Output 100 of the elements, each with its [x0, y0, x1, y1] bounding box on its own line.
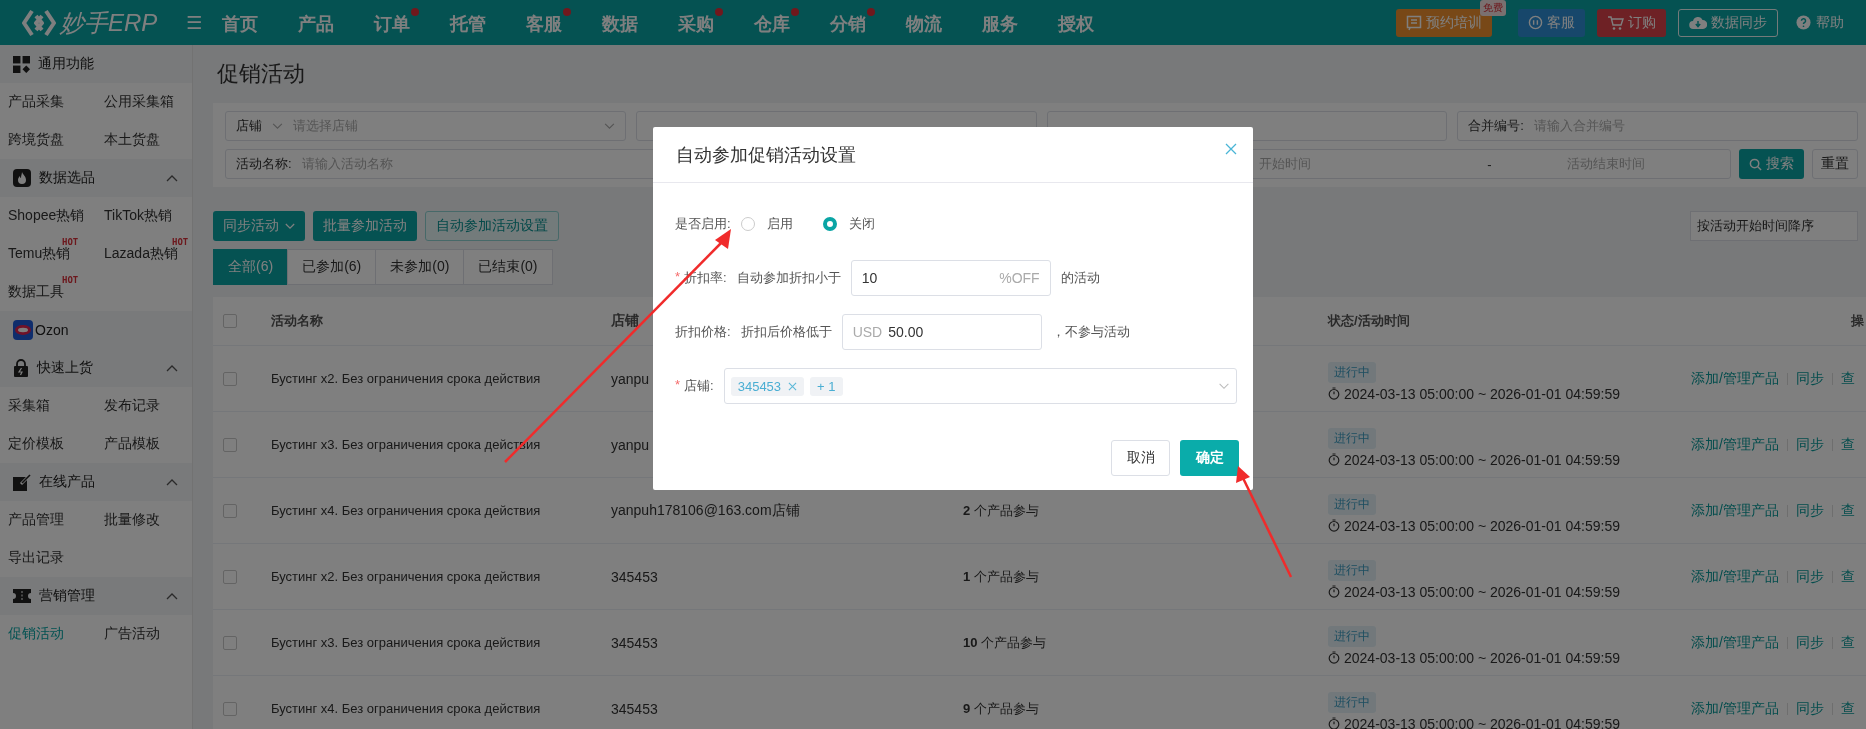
close-icon[interactable]: [788, 381, 798, 391]
sidebar-item[interactable]: 产品管理: [8, 511, 64, 529]
filter-tab[interactable]: 未参加(0): [375, 249, 465, 285]
free-badge: 免费: [1480, 0, 1506, 16]
sync-activity-button[interactable]: 同步活动: [213, 211, 305, 241]
field-hint: 的活动: [1060, 269, 1100, 287]
action-link[interactable]: 同步: [1795, 633, 1824, 652]
sidebar-item[interactable]: Shopee热销: [8, 207, 85, 225]
stopwatch-icon: [1328, 585, 1340, 598]
nav-item[interactable]: 客服: [526, 7, 572, 38]
activity-time: 2024-03-13 05:00:00 ~ 2026-01-01 04:59:59: [1344, 649, 1620, 666]
sidebar-group-header[interactable]: 营销管理: [0, 577, 192, 615]
sidebar-item[interactable]: 发布记录: [104, 397, 160, 415]
nav-item[interactable]: 服务: [982, 7, 1028, 38]
order-button[interactable]: 订购: [1597, 8, 1666, 37]
confirm-button[interactable]: 确定: [1180, 440, 1239, 476]
sort-select[interactable]: 按活动开始时间降序: [1690, 211, 1858, 241]
action-link[interactable]: 添加/管理产品: [1691, 699, 1779, 718]
nav-item[interactable]: 采购: [678, 7, 724, 38]
hot-tag: HOT: [172, 237, 189, 247]
service-button[interactable]: 客服: [1518, 8, 1585, 37]
action-link[interactable]: 添加/管理产品: [1691, 567, 1779, 586]
filter-tab[interactable]: 全部(6): [213, 249, 289, 285]
nav-item[interactable]: 产品: [298, 7, 344, 38]
action-link[interactable]: 查: [1840, 435, 1855, 454]
checkbox[interactable]: [223, 635, 237, 650]
checkbox[interactable]: [223, 314, 237, 328]
sidebar-group-header[interactable]: 数据选品: [0, 159, 192, 197]
action-link[interactable]: 查: [1840, 699, 1855, 718]
price-input[interactable]: USD 50.00: [841, 314, 1042, 350]
nav-item[interactable]: 首页: [222, 7, 268, 38]
help-link[interactable]: 帮助: [1790, 12, 1850, 33]
action-link[interactable]: 添加/管理产品: [1691, 633, 1779, 652]
radio-button[interactable]: [822, 217, 837, 231]
nav-item[interactable]: 订单: [374, 7, 420, 38]
reset-button[interactable]: 重置: [1812, 149, 1858, 179]
action-link[interactable]: 添加/管理产品: [1691, 501, 1779, 520]
nav-item[interactable]: 分销: [830, 7, 876, 38]
sidebar-item[interactable]: 广告活动: [104, 625, 160, 643]
menu-icon[interactable]: ☰: [186, 11, 203, 34]
sidebar-item[interactable]: 促销活动: [8, 625, 64, 643]
action-link[interactable]: 同步: [1795, 435, 1824, 454]
action-link[interactable]: 查: [1840, 501, 1855, 520]
sidebar-item[interactable]: 定价模板: [8, 435, 64, 453]
radio-label: 关闭: [848, 215, 875, 233]
sidebar-group-header[interactable]: Ozon: [0, 311, 192, 349]
action-link[interactable]: 同步: [1795, 501, 1824, 520]
data-sync-button[interactable]: 数据同步: [1678, 8, 1778, 37]
batch-join-button[interactable]: 批量参加活动: [313, 211, 417, 241]
filter-tab[interactable]: 已参加(6): [287, 249, 377, 285]
discount-input[interactable]: 10 %OFF: [850, 260, 1051, 296]
sidebar-item[interactable]: 批量修改: [104, 511, 160, 529]
sidebar-group-header[interactable]: 快速上货: [0, 349, 192, 387]
sidebar-group-header[interactable]: 在线产品: [0, 463, 192, 501]
sidebar-item[interactable]: Temu热销: [8, 245, 71, 263]
activity-name: Бустинг x2. Без ограничения срока действия: [271, 569, 541, 584]
nav-item[interactable]: 授权: [1058, 7, 1104, 38]
sidebar-item[interactable]: 产品采集: [8, 93, 64, 111]
sidebar-item[interactable]: 采集箱: [8, 397, 50, 415]
radio-option[interactable]: 启用: [740, 215, 793, 233]
action-link[interactable]: 同步: [1795, 699, 1824, 718]
checkbox[interactable]: [223, 701, 237, 716]
store-multiselect[interactable]: 345453 + 1: [723, 368, 1237, 404]
action-link[interactable]: 查: [1840, 633, 1855, 652]
action-link[interactable]: 同步: [1795, 369, 1824, 388]
checkbox[interactable]: [223, 569, 237, 584]
radio-label: 启用: [766, 215, 793, 233]
nav-item[interactable]: 托管: [450, 7, 496, 38]
search-button[interactable]: 搜索: [1739, 149, 1804, 179]
sidebar-item[interactable]: Lazada热销: [104, 245, 178, 263]
nav-item[interactable]: 物流: [906, 7, 952, 38]
chat-icon: [1406, 14, 1422, 31]
action-link[interactable]: 同步: [1795, 567, 1824, 586]
radio-option[interactable]: 关闭: [822, 215, 875, 233]
sidebar-item[interactable]: 导出记录: [8, 549, 64, 567]
sidebar-item[interactable]: 公用采集箱: [104, 93, 174, 111]
nav-item[interactable]: 仓库: [754, 7, 800, 38]
logo-text: 妙手ERP: [60, 7, 158, 38]
activity-name: Бустинг x3. Без ограничения срока действия: [271, 635, 541, 650]
cancel-button[interactable]: 取消: [1111, 440, 1170, 476]
field-hint: 自动参加折扣小于: [736, 269, 841, 287]
close-icon[interactable]: [1225, 142, 1237, 155]
sidebar-item[interactable]: 产品模板: [104, 435, 160, 453]
sidebar-group-header[interactable]: 通用功能: [0, 45, 192, 83]
checkbox[interactable]: [223, 371, 237, 386]
checkbox[interactable]: [223, 503, 237, 518]
action-link[interactable]: 添加/管理产品: [1691, 369, 1779, 388]
sidebar-item[interactable]: 数据工具: [8, 283, 64, 301]
sidebar-item[interactable]: 跨境货盘: [8, 131, 64, 149]
nav-item[interactable]: 数据: [602, 7, 648, 38]
sidebar-item[interactable]: 本土货盘: [104, 131, 160, 149]
auto-join-settings-button[interactable]: 自动参加活动设置: [425, 211, 559, 241]
sidebar-item[interactable]: TikTok热销: [104, 207, 172, 225]
store-name: 345453: [611, 568, 658, 585]
action-link[interactable]: 查: [1840, 567, 1855, 586]
checkbox[interactable]: [223, 437, 237, 452]
action-link[interactable]: 查: [1840, 369, 1855, 388]
action-link[interactable]: 添加/管理产品: [1691, 435, 1779, 454]
filter-tab[interactable]: 已结束(0): [463, 249, 553, 285]
radio-button[interactable]: [740, 217, 755, 231]
